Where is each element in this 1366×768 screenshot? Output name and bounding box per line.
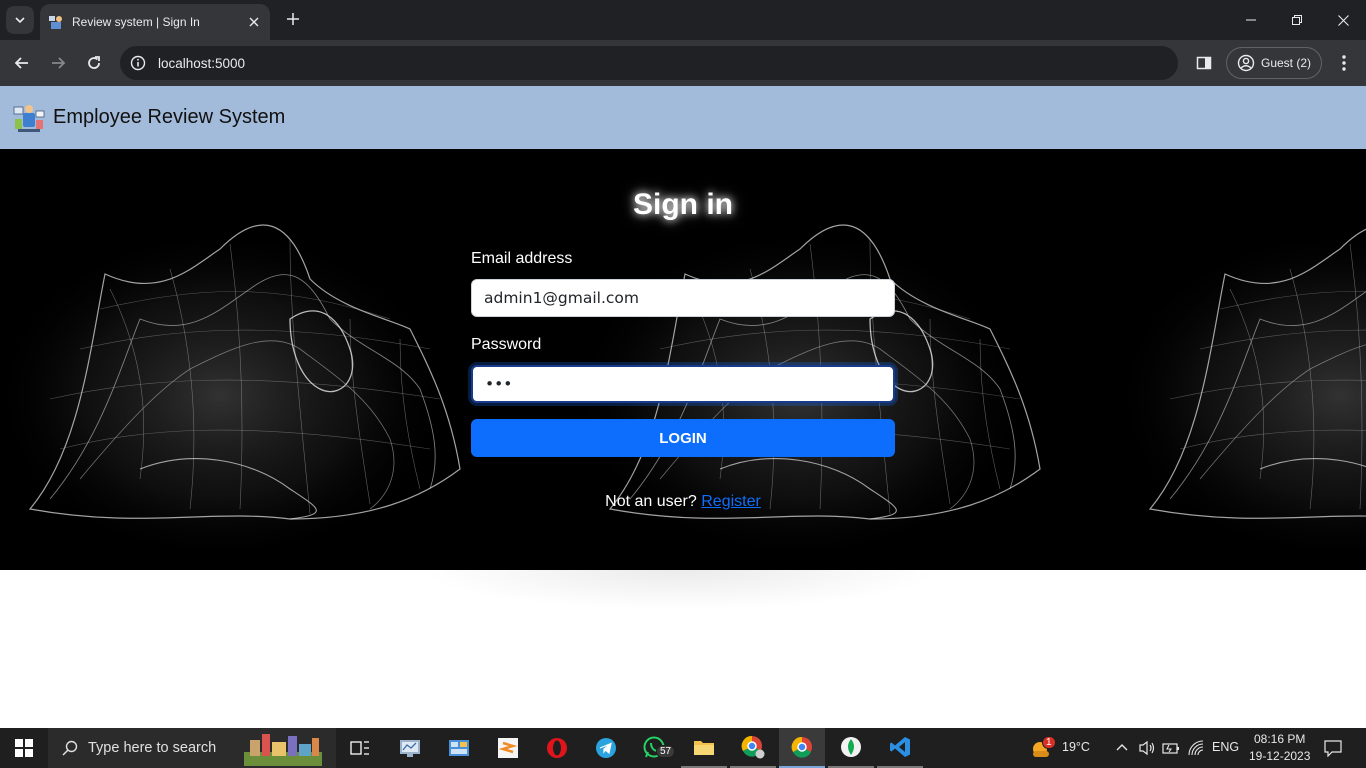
plus-icon (287, 13, 299, 25)
back-button[interactable] (8, 49, 36, 77)
browser-tab-bar: Review system | Sign In (0, 0, 1366, 40)
browser-toolbar: localhost:5000 Guest (2) (0, 40, 1366, 86)
folder-icon (694, 741, 714, 755)
close-icon (1337, 14, 1349, 26)
start-button[interactable] (0, 728, 48, 768)
form-shadow (420, 570, 940, 610)
clock-time[interactable]: 08:16 PM (1254, 732, 1305, 746)
register-prompt: Not an user? Register (0, 493, 1366, 511)
chrome-profile-icon (741, 735, 765, 759)
address-bar[interactable]: localhost:5000 (120, 46, 1178, 80)
temperature-text[interactable]: 19°C (1062, 740, 1090, 754)
login-button[interactable]: LOGIN (471, 419, 895, 457)
profile-icon (1237, 54, 1255, 72)
notifications-icon[interactable] (1324, 740, 1342, 757)
chevron-up-icon[interactable] (1116, 742, 1128, 752)
taskbar-app-file-explorer[interactable] (681, 728, 727, 768)
windows-logo-icon (15, 739, 33, 757)
profile-label: Guest (2) (1261, 56, 1312, 70)
password-field[interactable]: ••• (471, 365, 895, 403)
minimize-button[interactable] (1228, 0, 1274, 40)
email-label: Email address (471, 250, 573, 267)
url-text: localhost:5000 (158, 55, 246, 71)
tab-title: Review system | Sign In (72, 15, 200, 29)
password-label: Password (471, 336, 542, 353)
wifi-icon[interactable] (1188, 740, 1204, 756)
sublime-text-icon (498, 738, 518, 758)
new-tab-button[interactable] (282, 8, 304, 30)
reload-icon (88, 56, 100, 69)
clock-date[interactable]: 19-12-2023 (1249, 749, 1310, 763)
restore-button[interactable] (1274, 0, 1320, 40)
app-logo-icon[interactable] (12, 101, 46, 135)
weather-badge: 1 (1042, 736, 1056, 749)
taskbar-app-chrome[interactable] (779, 728, 825, 768)
search-placeholder: Type here to search (88, 740, 217, 756)
app-favicon-icon (49, 16, 62, 29)
restore-icon (1292, 15, 1302, 25)
forward-button[interactable] (44, 49, 72, 77)
side-panel-button[interactable] (1192, 49, 1216, 77)
arrow-right-icon (52, 57, 66, 69)
taskbar-app-monitor[interactable] (387, 728, 433, 768)
search-highlight-illustration (244, 734, 322, 766)
windows-taskbar: Type here to search 57 1 19°C ENG 08:16 … (0, 728, 1366, 768)
task-view-button[interactable] (337, 728, 383, 768)
chevron-down-icon (15, 17, 25, 24)
language-indicator[interactable]: ENG (1212, 740, 1239, 754)
taskbar-app-control-panel[interactable] (436, 728, 482, 768)
control-panel-icon (449, 740, 469, 756)
taskbar-app-sublime[interactable] (485, 728, 531, 768)
taskbar-search-box[interactable]: Type here to search (48, 728, 336, 768)
more-vertical-icon (1342, 55, 1346, 71)
monitor-app-icon (400, 740, 420, 757)
app-title[interactable]: Employee Review System (53, 106, 285, 129)
register-link[interactable]: Register (701, 493, 761, 510)
search-icon (62, 740, 78, 756)
chrome-icon (791, 736, 812, 758)
taskbar-app-mongodb[interactable] (828, 728, 874, 768)
taskbar-app-chrome-profile[interactable] (730, 728, 776, 768)
vscode-icon (890, 737, 910, 757)
register-prompt-text: Not an user? (605, 493, 697, 510)
opera-icon (547, 738, 567, 758)
taskbar-app-vscode[interactable] (877, 728, 923, 768)
taskbar-app-telegram[interactable] (583, 728, 629, 768)
browser-menu-button[interactable] (1332, 49, 1356, 77)
profile-button[interactable]: Guest (2) (1226, 47, 1322, 79)
app-navbar: Employee Review System (0, 86, 1366, 149)
taskbar-app-whatsapp[interactable]: 57 (632, 728, 678, 768)
taskbar-app-opera[interactable] (534, 728, 580, 768)
mongodb-leaf-icon (841, 737, 861, 757)
minimize-icon (1246, 19, 1256, 21)
whatsapp-badge: 57 (656, 745, 676, 758)
battery-icon[interactable] (1162, 741, 1180, 755)
close-window-button[interactable] (1320, 0, 1366, 40)
arrow-left-icon (14, 57, 28, 69)
browser-tab[interactable]: Review system | Sign In (40, 4, 270, 40)
telegram-icon (596, 738, 616, 758)
email-field[interactable]: admin1@gmail.com (471, 279, 895, 317)
tab-search-button[interactable] (6, 6, 34, 34)
volume-icon[interactable] (1138, 740, 1156, 756)
reload-button[interactable] (80, 49, 108, 77)
site-info-icon[interactable] (130, 55, 146, 71)
close-tab-icon[interactable] (246, 14, 262, 30)
signin-heading: Sign in (633, 188, 733, 221)
task-view-icon (350, 741, 369, 755)
side-panel-icon (1196, 56, 1212, 70)
